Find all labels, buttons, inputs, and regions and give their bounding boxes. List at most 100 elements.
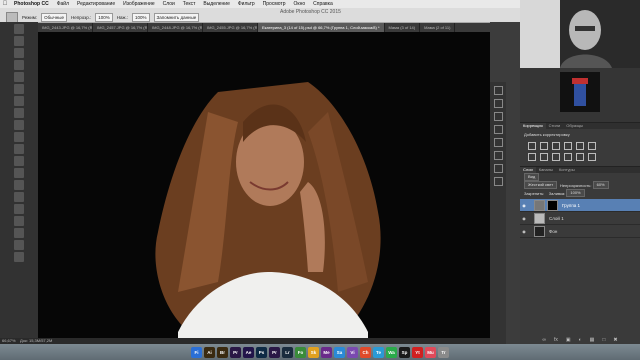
channel-mixer-icon[interactable] [564, 152, 572, 161]
dock-app-icon[interactable]: Ai [204, 346, 215, 358]
blur-tool-icon[interactable] [14, 168, 24, 178]
info-panel-icon[interactable] [493, 164, 503, 173]
paragraph-panel-icon[interactable] [493, 151, 503, 160]
navigator-thumbnail[interactable] [560, 72, 600, 112]
marquee-tool-icon[interactable] [14, 36, 24, 46]
path-select-icon[interactable] [14, 216, 24, 226]
eyedropper-tool-icon[interactable] [14, 84, 24, 94]
zoom-readout[interactable]: 66,67% [2, 338, 16, 343]
menu-app[interactable]: Photoshop CC [10, 1, 53, 7]
tab-paths[interactable]: Контуры [556, 167, 578, 173]
dock-app-icon[interactable]: Yt [412, 346, 423, 358]
layer-mask-thumbnail[interactable] [547, 199, 558, 211]
eraser-tool-icon[interactable] [14, 144, 24, 154]
eye-icon[interactable]: ◉ [520, 229, 528, 234]
black-white-icon[interactable] [540, 152, 548, 161]
layer-row[interactable]: ◉ Группа 1 [520, 199, 640, 212]
brightness-icon[interactable] [528, 141, 536, 150]
dock-app-icon[interactable]: Mu [425, 346, 436, 358]
invert-icon[interactable] [576, 152, 584, 161]
curves-icon[interactable] [552, 141, 560, 150]
menu-image[interactable]: Изображение [119, 1, 159, 7]
menu-window[interactable]: Окно [290, 1, 310, 7]
doc-tab[interactable]: IMG_2448.JPG @ 16,7% (RGB/8) [148, 23, 203, 32]
dock-app-icon[interactable]: Pr [269, 346, 280, 358]
tab-adjustments[interactable]: Коррекция [520, 123, 546, 129]
posterize-icon[interactable] [588, 152, 596, 161]
menu-file[interactable]: Файл [53, 1, 73, 7]
dock-app-icon[interactable]: Br [217, 346, 228, 358]
history-brush-icon[interactable] [14, 132, 24, 142]
menu-type[interactable]: Текст [179, 1, 200, 7]
brush-tool-icon[interactable] [6, 11, 18, 23]
dock-app-icon[interactable]: Fi [191, 346, 202, 358]
dock-app-icon[interactable]: Ae [243, 346, 254, 358]
doc-tab-active[interactable]: Екатерина_3 (14 of 15).psd @ 66,7% (Груп… [258, 23, 385, 32]
tab-swatches[interactable]: Образцы [563, 123, 586, 129]
dock-app-icon[interactable]: Pr [230, 346, 241, 358]
dock-app-icon[interactable]: Me [321, 346, 332, 358]
dock-app-icon[interactable]: Fo [295, 346, 306, 358]
hand-tool-icon[interactable] [14, 240, 24, 250]
dock-app-icon[interactable]: Sk [308, 346, 319, 358]
dock-app-icon[interactable]: Sp [399, 346, 410, 358]
dock-app-icon[interactable]: Ps [256, 346, 267, 358]
photo-filter-icon[interactable] [552, 152, 560, 161]
lasso-tool-icon[interactable] [14, 48, 24, 58]
zoom-tool-icon[interactable] [14, 252, 24, 262]
blend-mode-select[interactable]: Жесткий свет [524, 181, 558, 189]
eye-icon[interactable]: ◉ [520, 216, 528, 221]
hue-saturation-icon[interactable] [588, 141, 596, 150]
sample-option[interactable]: Запомнить данные [153, 13, 200, 22]
healing-tool-icon[interactable] [14, 96, 24, 106]
doc-tab[interactable]: IMG_2455.JPG @ 16,7% (RGB/8) [203, 23, 258, 32]
brush-tool-icon[interactable] [14, 108, 24, 118]
character-panel-icon[interactable] [493, 138, 503, 147]
wand-tool-icon[interactable] [14, 60, 24, 70]
layer-opacity-field[interactable]: 60% [592, 181, 609, 189]
opacity-field[interactable]: 100% [95, 13, 113, 22]
stamp-tool-icon[interactable] [14, 120, 24, 130]
menu-help[interactable]: Справка [309, 1, 337, 7]
kind-filter[interactable]: Вид [524, 173, 540, 181]
dock-app-icon[interactable]: Tr [438, 346, 449, 358]
properties-panel-icon[interactable] [493, 177, 503, 186]
menu-filter[interactable]: Фильтр [234, 1, 259, 7]
brush-panel-icon[interactable] [493, 112, 503, 121]
dock-app-icon[interactable]: Ch [360, 346, 371, 358]
dock-app-icon[interactable]: Lr [282, 346, 293, 358]
layer-row[interactable]: ◉ Фон [520, 225, 640, 238]
type-tool-icon[interactable] [14, 204, 24, 214]
menu-edit[interactable]: Редактирование [73, 1, 119, 7]
mode-select[interactable]: Обычные [41, 13, 68, 22]
shape-tool-icon[interactable] [14, 228, 24, 238]
pressure-field[interactable]: 100% [132, 13, 150, 22]
layer-row[interactable]: ◉ Слой 1 [520, 212, 640, 225]
menu-layers[interactable]: Слои [159, 1, 179, 7]
gradient-tool-icon[interactable] [14, 156, 24, 166]
doc-tab[interactable]: IMG_2457.JPG @ 16,7% (RGB/8) [93, 23, 148, 32]
history-panel-icon[interactable] [493, 86, 503, 95]
color-balance-icon[interactable] [528, 152, 536, 161]
actions-panel-icon[interactable] [493, 99, 503, 108]
dodge-tool-icon[interactable] [14, 180, 24, 190]
dock-app-icon[interactable]: Wa [386, 346, 397, 358]
menu-view[interactable]: Просмотр [259, 1, 290, 7]
tab-styles[interactable]: Стили [546, 123, 564, 129]
exposure-icon[interactable] [564, 141, 572, 150]
move-tool-icon[interactable] [14, 24, 24, 34]
doc-tab[interactable]: Мама (2 of 11) [420, 23, 456, 32]
menu-select[interactable]: Выделение [199, 1, 234, 7]
fill-field[interactable]: 100% [566, 189, 585, 197]
crop-tool-icon[interactable] [14, 72, 24, 82]
doc-tab[interactable]: IMG_2443.JPG @ 16,7% (RGB/8) [38, 23, 93, 32]
pen-tool-icon[interactable] [14, 192, 24, 202]
dock-app-icon[interactable]: Sa [334, 346, 345, 358]
levels-icon[interactable] [540, 141, 548, 150]
document-canvas[interactable] [38, 32, 490, 338]
eye-icon[interactable]: ◉ [520, 203, 528, 208]
dock-app-icon[interactable]: Vi [347, 346, 358, 358]
vibrance-icon[interactable] [576, 141, 584, 150]
clone-panel-icon[interactable] [493, 125, 503, 134]
apple-icon[interactable]:  [0, 1, 10, 7]
